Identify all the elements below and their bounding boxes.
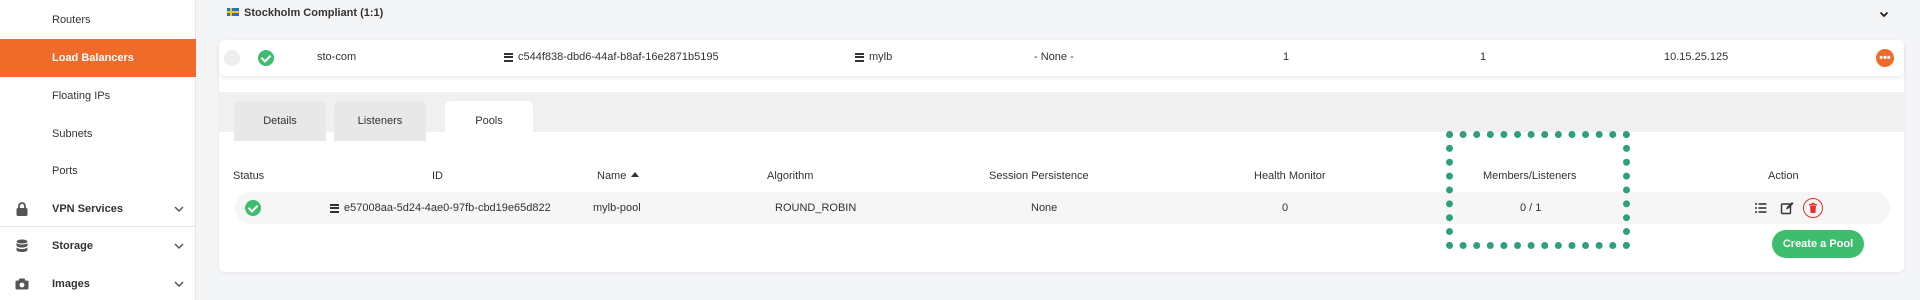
- load-balancer-row[interactable]: sto-com c544f838-dbd6-44af-b8af-16e2871b…: [219, 40, 1904, 76]
- sidebar-group-label: Storage: [52, 240, 93, 252]
- header-algorithm: Algorithm: [767, 170, 814, 182]
- list-icon: [855, 52, 864, 62]
- sidebar-item-label: Floating IPs: [52, 90, 111, 102]
- load-balancer-card: sto-com c544f838-dbd6-44af-b8af-16e2871b…: [219, 40, 1904, 272]
- header-health-monitor: Health Monitor: [1254, 170, 1326, 182]
- pool-algorithm: ROUND_ROBIN: [775, 202, 857, 214]
- sidebar-item-label: Routers: [52, 14, 91, 26]
- region-header[interactable]: Stockholm Compliant (1:1): [219, 0, 1904, 28]
- sidebar-item-routers[interactable]: Routers: [0, 1, 196, 39]
- sidebar-item-subnets[interactable]: Subnets: [0, 115, 196, 153]
- highlight-annotation: [1446, 131, 1630, 249]
- sidebar-item-label: Ports: [52, 165, 78, 177]
- sidebar-item-floating-ips[interactable]: Floating IPs: [0, 77, 196, 115]
- lb-count-b: 1: [1480, 51, 1487, 63]
- tab-listeners[interactable]: Listeners: [334, 101, 426, 141]
- lb-floating-ip: - None -: [1034, 51, 1074, 63]
- sidebar-item-ports[interactable]: Ports: [0, 152, 196, 190]
- lb-network-text: mylb: [869, 51, 893, 63]
- sidebar-group-label: Images: [52, 278, 90, 290]
- list-icon: [504, 52, 513, 62]
- table-row[interactable]: e57008aa-5d24-4ae0-97fb-cbd19e65d822 myl…: [235, 192, 1890, 224]
- sidebar-group-vpn-services[interactable]: VPN Services: [0, 190, 196, 228]
- tab-label: Pools: [475, 115, 503, 127]
- pool-id: e57008aa-5d24-4ae0-97fb-cbd19e65d822: [330, 202, 551, 214]
- lock-icon: [14, 201, 30, 217]
- tab-bar: Details Listeners Pools: [219, 92, 1904, 141]
- sidebar-item-load-balancers[interactable]: Load Balancers: [0, 39, 196, 77]
- list-members-icon[interactable]: [1751, 198, 1771, 218]
- chevron-down-icon: [172, 277, 186, 291]
- lb-count-a: 1: [1283, 51, 1290, 63]
- sidebar-group-storage[interactable]: Storage: [0, 227, 196, 265]
- tab-details[interactable]: Details: [234, 101, 326, 141]
- database-icon: [14, 238, 30, 254]
- tab-pools[interactable]: Pools: [445, 101, 533, 141]
- pool-session-persistence: None: [1031, 202, 1058, 214]
- more-actions-button[interactable]: •••: [1876, 49, 1894, 67]
- sort-ascending-icon: [631, 172, 640, 177]
- list-icon: [330, 203, 339, 213]
- pool-id-text: e57008aa-5d24-4ae0-97fb-cbd19e65d822: [344, 202, 551, 214]
- lb-name: sto-com: [317, 51, 357, 63]
- status-ok-icon: [258, 50, 274, 66]
- header-status: Status: [233, 170, 265, 182]
- sweden-flag-icon: [227, 8, 239, 16]
- header-session-persistence: Session Persistence: [989, 170, 1089, 182]
- chevron-down-icon: [172, 202, 186, 216]
- header-name-label: Name: [597, 170, 627, 182]
- tab-label: Details: [263, 115, 297, 127]
- row-select-radio[interactable]: [224, 50, 240, 66]
- tab-label: Listeners: [357, 115, 403, 127]
- sidebar-item-label: Subnets: [52, 128, 93, 140]
- delete-icon[interactable]: [1803, 198, 1823, 218]
- pool-name: mylb-pool: [593, 202, 641, 214]
- sidebar-item-label: Load Balancers: [52, 52, 134, 64]
- lb-id: c544f838-dbd6-44af-b8af-16e2871b5195: [504, 51, 719, 63]
- sidebar-group-label: VPN Services: [52, 203, 123, 215]
- status-ok-icon: [245, 200, 261, 216]
- sidebar: Routers Load Balancers Floating IPs Subn…: [0, 0, 196, 300]
- create-pool-button[interactable]: Create a Pool: [1772, 230, 1864, 258]
- region-label: Stockholm Compliant (1:1): [244, 7, 384, 19]
- header-id: ID: [432, 170, 443, 182]
- chevron-down-icon[interactable]: [1878, 8, 1890, 20]
- camera-icon: [14, 276, 30, 292]
- lb-id-text: c544f838-dbd6-44af-b8af-16e2871b5195: [518, 51, 719, 63]
- pool-health-monitor: 0: [1282, 202, 1289, 214]
- header-action: Action: [1768, 170, 1799, 182]
- lb-ip: 10.15.25.125: [1664, 51, 1729, 63]
- header-name[interactable]: Name: [597, 170, 640, 182]
- edit-icon[interactable]: [1777, 198, 1797, 218]
- sidebar-group-images[interactable]: Images: [0, 265, 196, 300]
- lb-network[interactable]: mylb: [855, 51, 892, 63]
- chevron-down-icon: [172, 239, 186, 253]
